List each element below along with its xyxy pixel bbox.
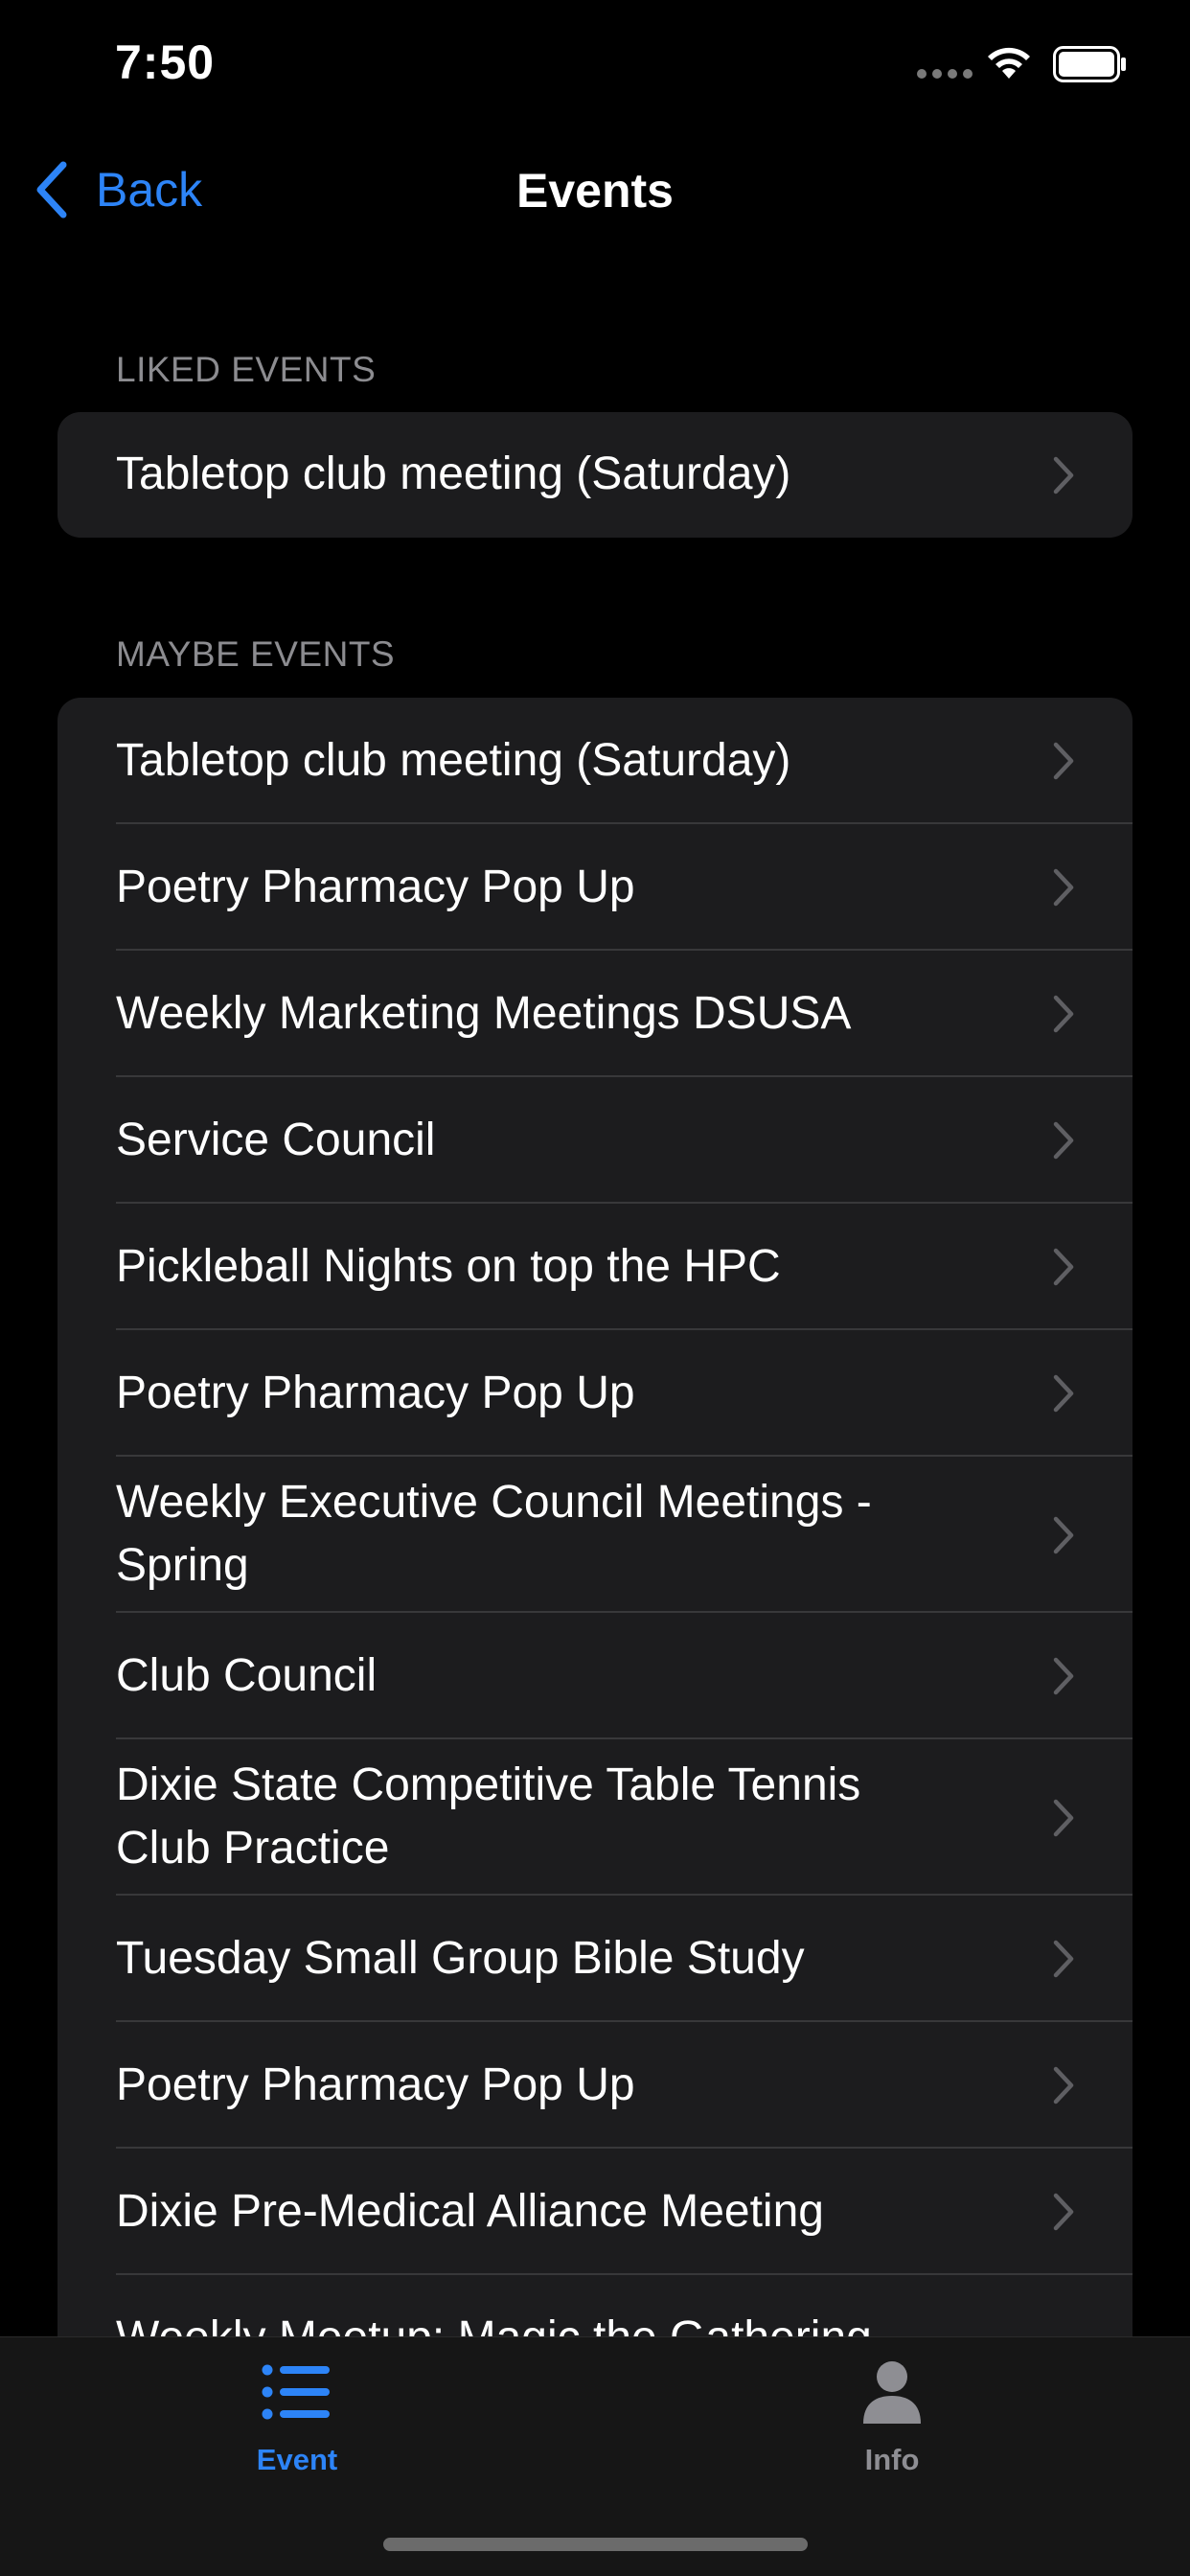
- maybe-event-row[interactable]: Service Council: [57, 1077, 1133, 1204]
- liked-events-list: Tabletop club meeting (Saturday): [57, 412, 1133, 538]
- battery-icon: [1053, 46, 1126, 82]
- event-title: Dixie State Competitive Table Tennis Clu…: [116, 1760, 861, 1874]
- cellular-signal-icon: [917, 69, 973, 79]
- chevron-right-icon: [1053, 2066, 1074, 2104]
- event-title: Tabletop club meeting (Saturday): [116, 735, 791, 786]
- person-icon: [863, 2361, 921, 2424]
- liked-event-row[interactable]: Tabletop club meeting (Saturday): [57, 412, 1133, 538]
- chevron-right-icon: [1053, 1121, 1074, 1160]
- navigation-bar: Back Events: [0, 144, 1190, 240]
- maybe-event-row[interactable]: Poetry Pharmacy Pop Up: [57, 824, 1133, 951]
- maybe-events-header: MAYBE EVENTS: [116, 634, 396, 674]
- maybe-event-row[interactable]: Dixie Pre-Medical Alliance Meeting: [57, 2149, 1133, 2275]
- maybe-event-row[interactable]: Pickleball Nights on top the HPC: [57, 1204, 1133, 1330]
- chevron-right-icon: [1053, 742, 1074, 780]
- event-title: Weekly Executive Council Meetings - Spri…: [116, 1477, 872, 1591]
- maybe-event-row[interactable]: Poetry Pharmacy Pop Up: [57, 1330, 1133, 1457]
- event-title: Club Council: [116, 1650, 378, 1701]
- chevron-right-icon: [1053, 456, 1074, 494]
- event-title: Poetry Pharmacy Pop Up: [116, 2059, 635, 2110]
- maybe-events-list: Tabletop club meeting (Saturday) Poetry …: [57, 698, 1133, 2384]
- tab-info[interactable]: Info: [796, 2360, 988, 2477]
- chevron-right-icon: [1053, 1374, 1074, 1413]
- status-time: 7:50: [115, 35, 216, 89]
- chevron-right-icon: [1053, 1940, 1074, 1978]
- event-title: Pickleball Nights on top the HPC: [116, 1241, 781, 1292]
- screen: 7:50 Back Events LIKED EVENTS Tabletop c…: [0, 0, 1190, 2576]
- chevron-right-icon: [1053, 1516, 1074, 1553]
- event-title: Poetry Pharmacy Pop Up: [116, 1368, 635, 1418]
- list-icon: [262, 2364, 330, 2420]
- status-bar: 7:50: [0, 0, 1190, 129]
- liked-events-header: LIKED EVENTS: [116, 350, 377, 389]
- event-title: Service Council: [116, 1115, 436, 1165]
- event-title: Dixie Pre-Medical Alliance Meeting: [116, 2186, 824, 2237]
- event-title: Weekly Marketing Meetings DSUSA: [116, 988, 852, 1039]
- maybe-event-row[interactable]: Club Council: [57, 1613, 1133, 1739]
- chevron-right-icon: [1053, 1248, 1074, 1286]
- maybe-event-row[interactable]: Tuesday Small Group Bible Study: [57, 1896, 1133, 2022]
- chevron-right-icon: [1053, 995, 1074, 1033]
- wifi-icon: [988, 47, 1030, 79]
- tab-event[interactable]: Event: [201, 2360, 393, 2477]
- tab-event-label: Event: [256, 2443, 338, 2476]
- maybe-event-row[interactable]: Weekly Marketing Meetings DSUSA: [57, 951, 1133, 1077]
- maybe-event-row[interactable]: Tabletop club meeting (Saturday): [57, 698, 1133, 824]
- maybe-event-row[interactable]: Dixie State Competitive Table Tennis Clu…: [57, 1739, 1133, 1896]
- event-title: Poetry Pharmacy Pop Up: [116, 862, 635, 912]
- event-title: Tuesday Small Group Bible Study: [116, 1933, 805, 1984]
- page-title: Events: [516, 164, 674, 218]
- event-title: Tabletop club meeting (Saturday): [116, 448, 791, 499]
- chevron-right-icon: [1053, 1657, 1074, 1695]
- maybe-event-row[interactable]: Weekly Executive Council Meetings - Spri…: [57, 1457, 1133, 1613]
- home-indicator: [383, 2538, 808, 2551]
- tab-info-label: Info: [864, 2443, 920, 2476]
- chevron-right-icon: [1053, 1799, 1074, 1836]
- chevron-right-icon: [1053, 2193, 1074, 2231]
- maybe-event-row[interactable]: Poetry Pharmacy Pop Up: [57, 2022, 1133, 2149]
- chevron-right-icon: [1053, 868, 1074, 907]
